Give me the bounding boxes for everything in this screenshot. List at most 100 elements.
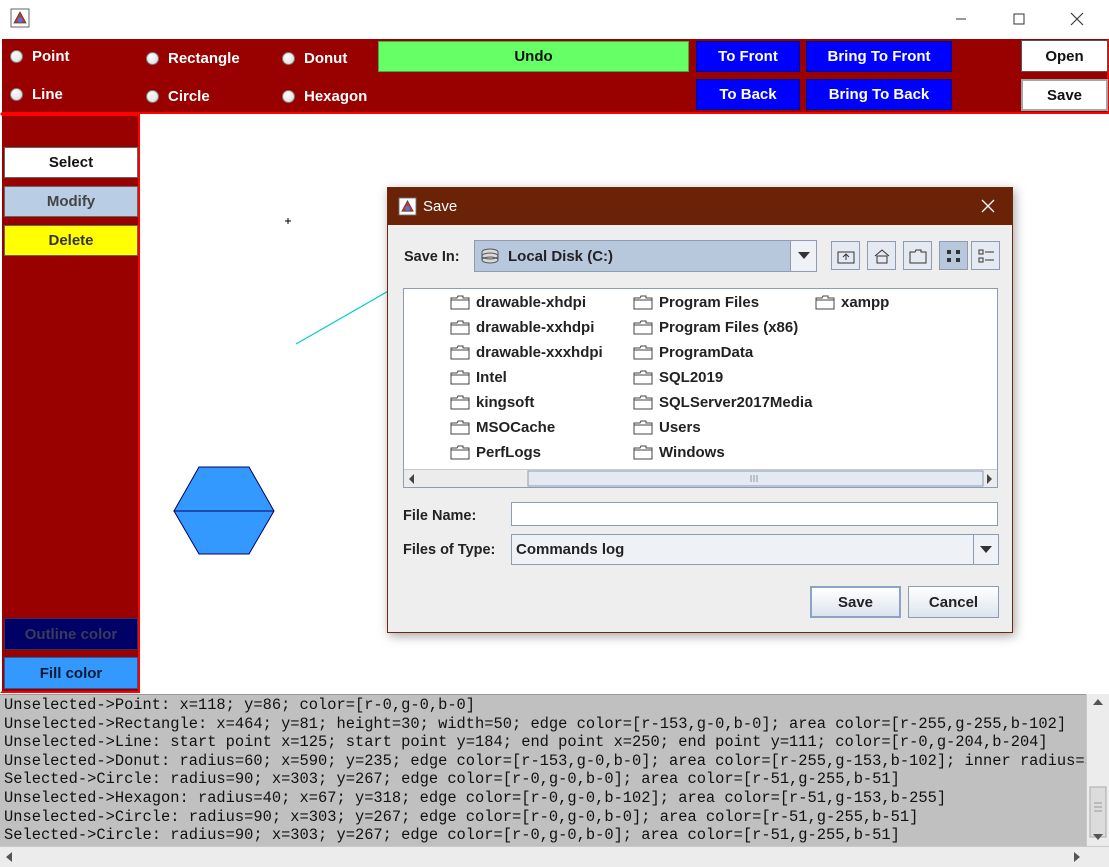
folder-name: Users	[659, 419, 701, 436]
folder-item[interactable]: ProgramData	[633, 344, 753, 361]
folder-item[interactable]: Intel	[450, 369, 507, 386]
home-icon	[874, 248, 889, 263]
folder-item[interactable]: drawable-xxhdpi	[450, 319, 594, 336]
save-in-dropdown[interactable]: Local Disk (C:)	[474, 240, 817, 272]
folder-item[interactable]: SQLServer2017Media	[633, 394, 812, 411]
list-view-icon	[946, 249, 960, 262]
dialog-close-button[interactable]	[978, 196, 998, 216]
close-window-button[interactable]	[1054, 0, 1100, 38]
radio-label: Circle	[168, 87, 210, 105]
radio-label: Donut	[304, 49, 348, 67]
files-of-type-dropdown[interactable]: Commands log	[511, 534, 999, 565]
file-name-input[interactable]	[511, 502, 998, 526]
log-horizontal-scrollbar[interactable]	[0, 846, 1109, 867]
radio-line[interactable]: Line	[10, 84, 63, 104]
scroll-up-icon	[1093, 699, 1103, 705]
file-list[interactable]: drawable-xhdpi drawable-xxhdpi drawable-…	[403, 288, 998, 488]
dialog-cancel-button[interactable]: Cancel	[908, 586, 999, 618]
open-button[interactable]: Open	[1021, 40, 1108, 72]
hexagon-shape[interactable]	[173, 466, 275, 555]
minimize-button[interactable]	[938, 0, 984, 38]
folder-icon	[633, 345, 653, 360]
home-button[interactable]	[867, 241, 896, 270]
folder-up-icon	[837, 251, 854, 263]
save-in-value: Local Disk (C:)	[508, 247, 614, 265]
log-line: Selected->Circle: radius=90; x=303; y=26…	[4, 826, 900, 845]
folder-item[interactable]: PerfLogs	[450, 444, 541, 461]
files-of-type-label: Files of Type:	[403, 542, 496, 558]
point-shape[interactable]	[285, 218, 291, 224]
radio-donut[interactable]: Donut	[282, 48, 347, 68]
to-back-button[interactable]: To Back	[696, 79, 800, 110]
details-view-icon	[978, 249, 994, 262]
command-log: Unselected->Point: x=118; y=86; color=[r…	[0, 694, 1086, 846]
shape-toolbar: Point Rectangle Donut Line Circle Hexago…	[0, 39, 1109, 114]
radio-label: Point	[32, 47, 70, 65]
log-vertical-scrollbar[interactable]	[1086, 694, 1109, 846]
maximize-icon	[1013, 13, 1025, 25]
log-line: Unselected->Rectangle: x=464; y=81; heig…	[4, 714, 1067, 733]
java-app-icon	[10, 8, 30, 28]
folder-item[interactable]: Program Files	[633, 294, 759, 311]
fill-color-button[interactable]: Fill color	[4, 657, 138, 689]
save-button[interactable]: Save	[1021, 79, 1108, 111]
dialog-title: Save	[423, 198, 458, 215]
outline-color-button[interactable]: Outline color	[4, 618, 138, 650]
dropdown-arrow-button[interactable]	[790, 241, 816, 271]
folder-item[interactable]: Users	[633, 419, 701, 436]
bring-to-front-button[interactable]: Bring To Front	[806, 41, 952, 72]
radio-circle-icon	[282, 89, 295, 103]
folder-item[interactable]: MSOCache	[450, 419, 555, 436]
save-in-label: Save In:	[404, 249, 460, 265]
radio-circle-icon	[10, 87, 23, 101]
details-view-button[interactable]	[971, 241, 1000, 270]
radio-circle-icon	[146, 89, 159, 103]
to-front-button[interactable]: To Front	[696, 41, 800, 72]
window-title-bar	[0, 0, 1109, 39]
radio-point[interactable]: Point	[10, 46, 70, 66]
folder-icon	[450, 420, 470, 435]
delete-button[interactable]: Delete	[4, 225, 138, 256]
radio-circle[interactable]: Circle	[146, 86, 210, 106]
radio-hexagon[interactable]: Hexagon	[282, 86, 367, 106]
folder-item[interactable]: Program Files (x86)	[633, 319, 798, 336]
radio-label: Rectangle	[168, 49, 240, 67]
folder-name: drawable-xxhdpi	[476, 319, 595, 336]
radio-rectangle[interactable]: Rectangle	[146, 48, 240, 68]
new-folder-button[interactable]	[903, 241, 932, 270]
disk-drive-icon	[481, 248, 499, 264]
scroll-right-icon	[987, 474, 992, 484]
undo-button[interactable]: Undo	[378, 41, 689, 72]
maximize-button[interactable]	[996, 0, 1042, 38]
dropdown-arrow-button[interactable]	[973, 535, 998, 564]
up-one-level-button[interactable]	[831, 241, 860, 270]
folder-item[interactable]: drawable-xhdpi	[450, 294, 586, 311]
folder-name: SQL2019	[659, 369, 724, 386]
save-dialog: Save Save In: Local Disk (C:) drawable-x…	[387, 187, 1013, 633]
chevron-down-icon	[797, 252, 810, 259]
folder-item[interactable]: kingsoft	[450, 394, 534, 411]
select-button[interactable]: Select	[4, 147, 138, 178]
folder-item[interactable]: SQL2019	[633, 369, 723, 386]
log-line: Unselected->Hexagon: radius=40; x=67; y=…	[4, 789, 947, 807]
bring-to-back-button[interactable]: Bring To Back	[806, 79, 952, 110]
chevron-down-icon	[980, 545, 992, 553]
scroll-thumb	[527, 470, 984, 487]
folder-icon	[450, 320, 470, 335]
close-icon	[1070, 12, 1084, 26]
folder-icon	[450, 345, 470, 360]
dialog-title-bar: Save	[388, 188, 1012, 225]
folder-item[interactable]: drawable-xxxhdpi	[450, 344, 603, 361]
folder-name: Program Files (x86)	[659, 319, 799, 336]
folder-name: drawable-xhdpi	[476, 294, 587, 311]
java-app-icon	[398, 197, 417, 216]
file-list-horizontal-scrollbar[interactable]	[404, 469, 997, 487]
dialog-save-button[interactable]: Save	[810, 586, 901, 618]
list-view-button[interactable]	[939, 241, 968, 270]
folder-icon	[450, 395, 470, 410]
folder-item[interactable]: Windows	[633, 444, 725, 461]
radio-circle-icon	[282, 51, 295, 65]
folder-icon	[633, 420, 653, 435]
folder-item[interactable]: xampp	[815, 294, 889, 311]
modify-button[interactable]: Modify	[4, 186, 138, 217]
